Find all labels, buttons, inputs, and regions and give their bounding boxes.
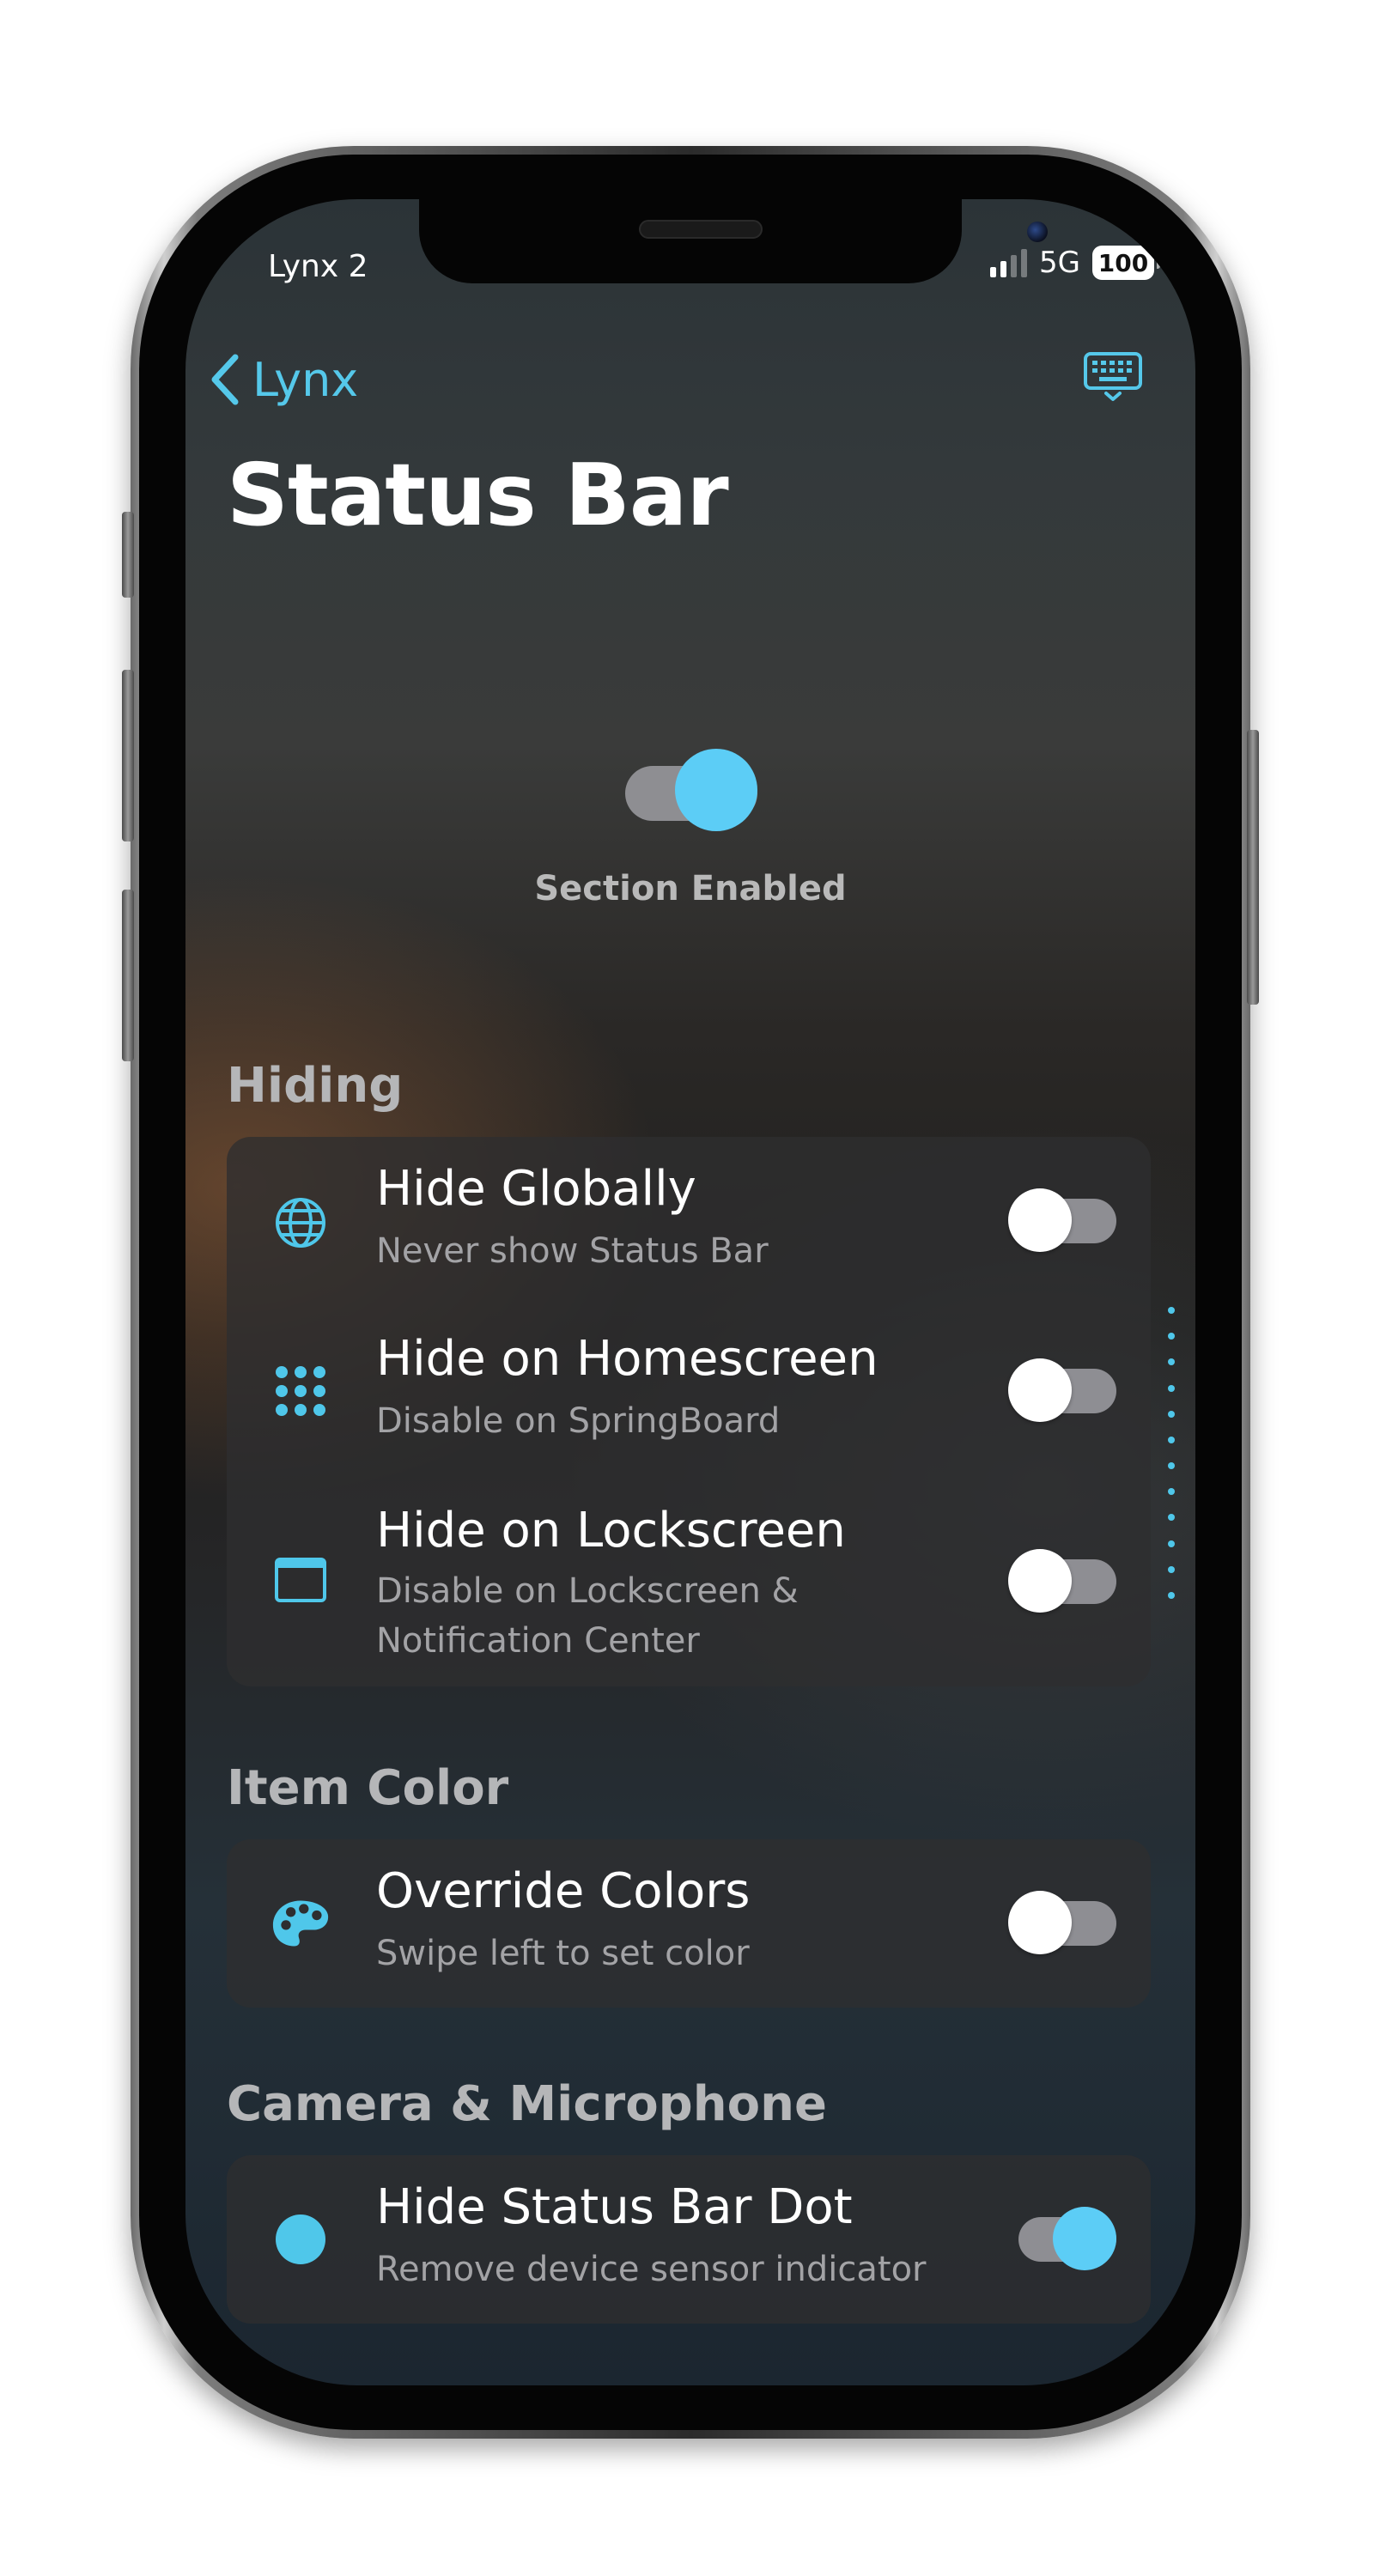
notch <box>419 199 1048 283</box>
toggle-knob <box>1008 1188 1072 1252</box>
toggle-knob <box>675 749 757 831</box>
section-header-camera-microphone: Camera & Microphone <box>227 2076 827 2132</box>
row-hide-status-bar-dot[interactable]: Hide Status Bar Dot Remove device sensor… <box>227 2155 1151 2324</box>
page-title: Status Bar <box>227 445 729 545</box>
section-header-hiding: Hiding <box>227 1058 404 1114</box>
hide-status-bar-dot-toggle[interactable] <box>1008 2205 1118 2270</box>
chevron-left-icon <box>211 354 239 405</box>
toggle-knob <box>1053 2207 1116 2270</box>
status-bar-right: 5G 100 <box>990 246 1160 280</box>
row-override-colors[interactable]: Override Colors Swipe left to set color <box>227 1839 1151 2008</box>
row-title: Hide Status Bar Dot <box>376 2179 853 2235</box>
toggle-knob <box>1008 1891 1072 1954</box>
row-subtitle: Never show Status Bar <box>376 1231 769 1271</box>
hide-globally-toggle[interactable] <box>1008 1187 1118 1252</box>
toggle-knob <box>1008 1358 1072 1422</box>
window-icon <box>271 1551 330 1609</box>
battery-level: 100 <box>1097 248 1149 277</box>
row-subtitle: Disable on Lockscreen & Notification Cen… <box>376 1571 799 1661</box>
row-subtitle: Disable on SpringBoard <box>376 1401 781 1441</box>
section-enabled-toggle[interactable] <box>625 749 757 831</box>
power-button <box>1247 730 1259 1005</box>
keyboard-icon <box>1084 352 1142 401</box>
status-bar-carrier: Lynx 2 <box>268 249 368 284</box>
globe-icon <box>271 1194 330 1252</box>
screen: Lynx 2 5G 100 Lynx Status Bar Section En… <box>185 199 1195 2385</box>
keyboard-button[interactable] <box>1082 350 1144 402</box>
earpiece-speaker <box>639 220 763 239</box>
row-title: Hide Globally <box>376 1161 696 1217</box>
silent-switch <box>122 512 134 598</box>
signal-icon <box>990 248 1028 277</box>
section-header-item-color: Item Color <box>227 1760 509 1816</box>
row-subtitle: Remove device sensor indicator <box>376 2250 927 2289</box>
row-hide-on-homescreen[interactable]: Hide on Homescreen Disable on SpringBoar… <box>227 1309 1151 1477</box>
back-button[interactable]: Lynx <box>210 352 358 407</box>
hide-on-homescreen-toggle[interactable] <box>1008 1357 1118 1422</box>
hide-on-lockscreen-toggle[interactable] <box>1008 1547 1118 1613</box>
volume-up-button <box>122 670 134 841</box>
row-hide-globally[interactable]: Hide Globally Never show Status Bar <box>227 1137 1151 1309</box>
back-button-label: Lynx <box>252 352 359 407</box>
camera-microphone-card: Hide Status Bar Dot Remove device sensor… <box>227 2155 1151 2324</box>
row-title: Hide on Homescreen <box>376 1331 879 1387</box>
override-colors-toggle[interactable] <box>1008 1889 1118 1954</box>
row-title: Hide on Lockscreen <box>376 1503 846 1558</box>
section-enabled-label: Section Enabled <box>534 869 847 908</box>
scroll-indicator[interactable] <box>1168 1307 1175 1599</box>
volume-down-button <box>122 890 134 1061</box>
toggle-knob <box>1008 1549 1072 1613</box>
dot-icon <box>271 2210 330 2269</box>
app-grid-icon <box>271 1362 330 1420</box>
palette-icon <box>271 1894 330 1953</box>
item-color-card: Override Colors Swipe left to set color <box>227 1839 1151 2008</box>
network-type: 5G <box>1039 246 1080 280</box>
front-camera <box>1027 222 1048 242</box>
row-subtitle: Swipe left to set color <box>376 1934 750 1973</box>
row-hide-on-lockscreen[interactable]: Hide on Lockscreen Disable on Lockscreen… <box>227 1477 1151 1686</box>
battery-icon: 100 <box>1092 246 1160 280</box>
hiding-card: Hide Globally Never show Status Bar Hide… <box>227 1137 1151 1686</box>
row-title: Override Colors <box>376 1863 751 1919</box>
